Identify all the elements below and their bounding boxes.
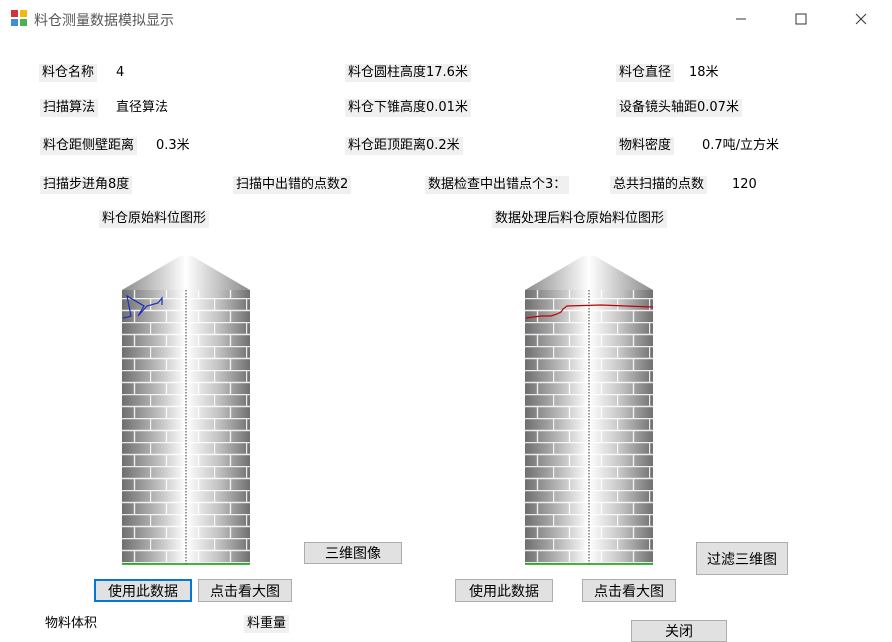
total-points-value: 120 xyxy=(732,177,757,192)
app-icon xyxy=(11,10,27,26)
processed-zoom-button[interactable]: 点击看大图 xyxy=(582,579,676,602)
diameter-label: 料仓直径 xyxy=(616,64,675,82)
close-icon xyxy=(855,13,867,25)
diameter-value: 18米 xyxy=(689,65,719,80)
minimize-button[interactable] xyxy=(718,0,764,38)
close-window-button[interactable] xyxy=(838,0,884,38)
algorithm-label: 扫描算法 xyxy=(40,99,99,117)
density-label: 物料密度 xyxy=(616,137,675,155)
use-processed-data-button[interactable]: 使用此数据 xyxy=(455,579,553,602)
window-title: 料仓测量数据模拟显示 xyxy=(34,13,174,29)
side-distance-value: 0.3米 xyxy=(156,138,190,153)
material-volume-label: 物料体积 xyxy=(42,615,101,633)
use-raw-data-button[interactable]: 使用此数据 xyxy=(94,579,192,602)
raw-silo-graphic[interactable] xyxy=(118,250,254,568)
silo-bricks xyxy=(525,290,653,564)
check-errors-label: 数据检查中出错点个3： xyxy=(425,176,570,194)
silo-roof xyxy=(122,256,250,290)
raw-zoom-button[interactable]: 点击看大图 xyxy=(198,579,292,602)
filter-3d-button[interactable]: 过滤三维图 xyxy=(696,542,788,575)
maximize-icon xyxy=(795,13,807,25)
scan-errors-label: 扫描中出错的点数2 xyxy=(233,176,352,194)
top-distance-label: 料仓距顶距离0.2米 xyxy=(345,137,463,155)
silo-bricks xyxy=(122,290,250,564)
total-points-label: 总共扫描的点数 xyxy=(610,176,708,194)
maximize-button[interactable] xyxy=(778,0,824,38)
close-button[interactable]: 关闭 xyxy=(631,620,727,642)
minimize-icon xyxy=(736,18,746,20)
side-distance-label: 料仓距侧壁距离 xyxy=(40,137,138,155)
processed-silo-caption: 数据处理后料仓原始料位图形 xyxy=(492,210,668,228)
lens-offset-label: 设备镜头轴距0.07米 xyxy=(616,99,742,117)
cylinder-height-label: 料仓圆柱高度17.6米 xyxy=(345,64,471,82)
processed-silo-graphic[interactable] xyxy=(521,250,657,568)
name-label: 料仓名称 xyxy=(39,64,98,82)
title-bar: 料仓测量数据模拟显示 xyxy=(0,0,892,38)
silo-roof xyxy=(525,256,653,290)
raw-silo-caption: 料仓原始料位图形 xyxy=(99,210,210,228)
three-d-view-button[interactable]: 三维图像 xyxy=(304,542,402,564)
density-value: 0.7吨/立方米 xyxy=(702,138,780,153)
name-value: 4 xyxy=(116,65,125,80)
step-angle-label: 扫描步进角8度 xyxy=(40,176,133,194)
algorithm-value: 直径算法 xyxy=(116,100,169,115)
cone-height-label: 料仓下锥高度0.01米 xyxy=(345,99,471,117)
material-weight-label: 料重量 xyxy=(244,615,290,633)
